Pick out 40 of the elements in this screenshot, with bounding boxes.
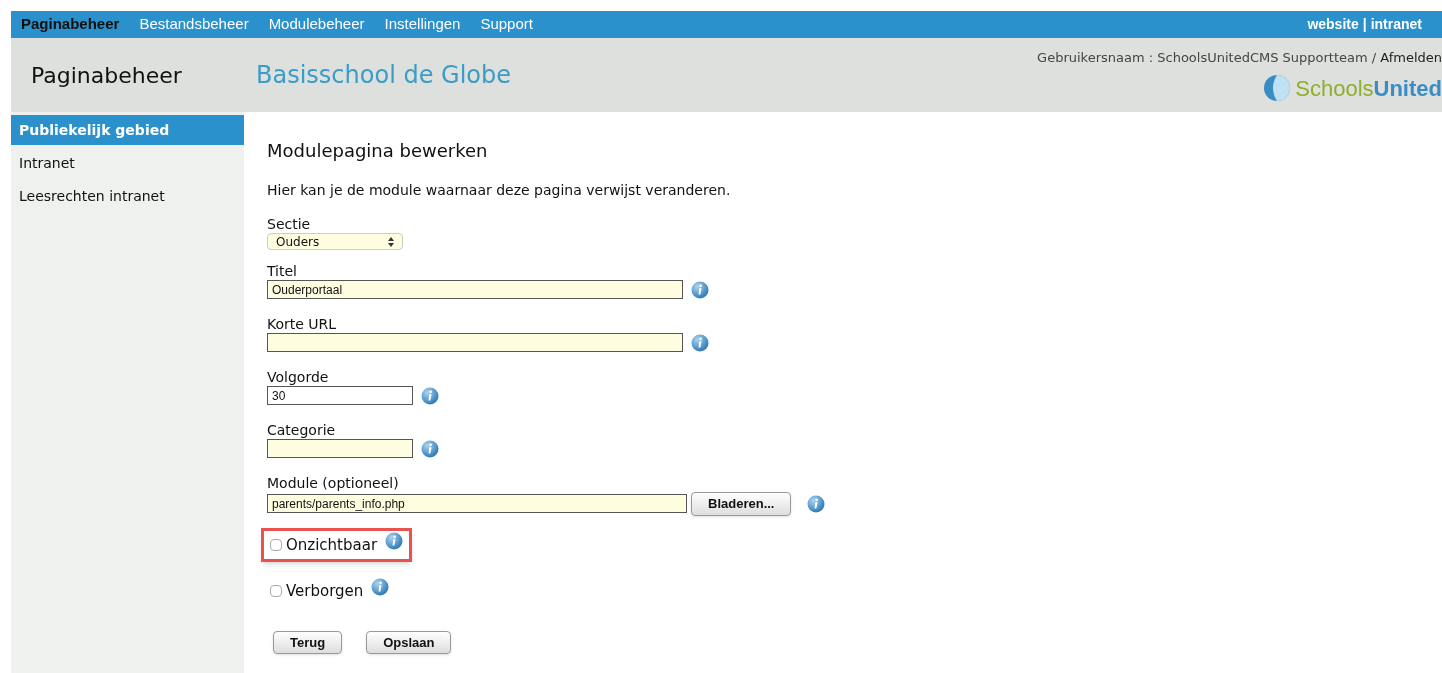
sidebar-item[interactable]: Leesrechten intranet: [11, 181, 244, 211]
form-button[interactable]: Opslaan: [366, 630, 452, 654]
info-icon[interactable]: [807, 494, 826, 513]
text-field[interactable]: parents/parents_info.php: [267, 494, 687, 514]
checkbox-label: Onzichtbaar: [286, 534, 378, 556]
info-icon[interactable]: [421, 439, 439, 458]
top-menu-item[interactable]: Paginabeheer: [11, 13, 130, 36]
logout-link[interactable]: Afmelden: [1380, 48, 1442, 68]
form-title: Modulepagina bewerken: [267, 139, 489, 163]
link-separator: |: [1362, 15, 1367, 34]
sidebar-item[interactable]: Intranet: [11, 148, 244, 178]
info-icon[interactable]: [371, 578, 390, 597]
checkbox[interactable]: [270, 538, 282, 551]
text-field[interactable]: 30: [267, 386, 413, 405]
form-button[interactable]: Terug: [273, 630, 343, 654]
section-select[interactable]: Ouders: [267, 233, 403, 250]
section-title: Paginabeheer: [30, 61, 183, 90]
globe-icon: [1263, 74, 1292, 102]
updown-icon: [388, 236, 394, 247]
field-label: Sectie: [267, 215, 311, 233]
field-label: Categorie: [267, 421, 336, 439]
user-label: Gebruikersnaam : SchoolsUnitedCMS Supportteam /: [1037, 49, 1377, 67]
field-label: Titel: [267, 262, 297, 280]
info-icon[interactable]: [691, 280, 709, 299]
field-label: Korte URL: [267, 315, 337, 333]
field-label: Volgorde: [267, 368, 329, 386]
site-title: Basisschool de Globe: [256, 60, 511, 91]
field-label: Module (optioneel): [267, 474, 399, 492]
form-button[interactable]: Bladeren...: [691, 492, 792, 516]
select-value: Ouders: [276, 233, 320, 251]
text-field[interactable]: [267, 439, 413, 458]
info-icon[interactable]: [385, 531, 404, 550]
text-field[interactable]: [267, 333, 683, 352]
logo: SchoolsUnited: [1263, 71, 1442, 105]
intro-text: Hier kan je de module waarnaar deze pagina verwijst veranderen.: [267, 181, 732, 200]
info-icon[interactable]: [691, 333, 709, 352]
checkbox-label: Verborgen: [286, 581, 364, 602]
info-icon[interactable]: [421, 386, 439, 405]
checkbox[interactable]: [270, 585, 282, 598]
text-field[interactable]: Ouderportaal: [267, 280, 683, 299]
